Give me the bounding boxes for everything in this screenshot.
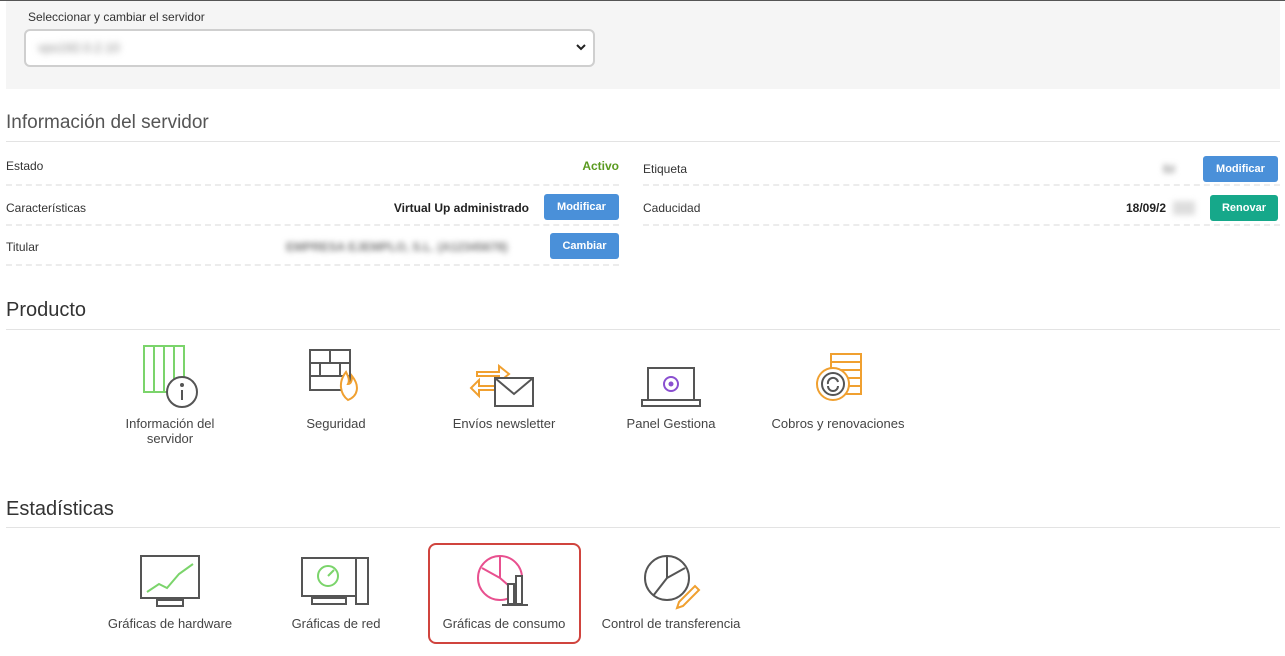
server-info-title: Información del servidor bbox=[6, 112, 209, 133]
server-selector-label: Seleccionar y cambiar el servidor bbox=[28, 10, 205, 24]
modify-plan-button[interactable]: Modificar bbox=[544, 194, 619, 220]
info-key: Estado bbox=[6, 159, 44, 173]
expiry-date: 18/09/2 bbox=[1126, 201, 1167, 215]
tile-transfer-control[interactable]: Control de transferencia bbox=[591, 550, 751, 631]
info-row-etiqueta: Etiqueta lbl bbox=[643, 150, 1280, 186]
server-info-rule bbox=[6, 141, 1280, 142]
tile-label: Panel Gestiona bbox=[626, 416, 716, 431]
info-key: Titular bbox=[6, 240, 39, 254]
tile-hardware-charts[interactable]: Gráficas de hardware bbox=[90, 550, 250, 631]
tile-label: Gráficas de hardware bbox=[107, 616, 233, 631]
info-key: Caducidad bbox=[643, 201, 701, 215]
info-row-titular: Titular EMPRESA EJEMPLO, S.L. (A12345678… bbox=[6, 230, 619, 266]
info-row-estado: Estado Activo bbox=[6, 150, 619, 186]
tile-security[interactable]: Seguridad bbox=[256, 342, 416, 431]
expiry-date-blurred bbox=[1173, 201, 1195, 215]
server-select[interactable]: vps192.0.2.10 bbox=[24, 29, 595, 67]
info-row-caracteristicas: Características Virtual Up administrado bbox=[6, 190, 619, 226]
server-info-icon bbox=[143, 345, 198, 408]
product-title: Producto bbox=[6, 299, 87, 321]
tile-server-info[interactable]: Información del servidor bbox=[90, 342, 250, 446]
highlight-box bbox=[428, 543, 581, 644]
tile-newsletter[interactable]: Envíos newsletter bbox=[424, 342, 584, 431]
chevron-down-icon bbox=[576, 44, 586, 51]
change-owner-button[interactable]: Cambiar bbox=[550, 233, 619, 259]
tile-label: Gráficas de red bbox=[291, 616, 381, 631]
tile-label: Cobros y renovaciones bbox=[771, 416, 905, 431]
billing-icon bbox=[816, 353, 862, 401]
laptop-panel-icon bbox=[641, 367, 701, 407]
stats-rule bbox=[6, 527, 1280, 528]
tile-label: Envíos newsletter bbox=[452, 416, 556, 431]
status-badge: Activo bbox=[582, 159, 619, 173]
hardware-chart-icon bbox=[140, 555, 200, 607]
info-row-caducidad: Caducidad 18/09/2 bbox=[643, 190, 1280, 226]
info-key: Características bbox=[6, 201, 87, 215]
product-rule bbox=[6, 329, 1280, 330]
server-selector-panel: Seleccionar y cambiar el servidor vps192… bbox=[6, 1, 1280, 89]
tile-billing[interactable]: Cobros y renovaciones bbox=[758, 342, 918, 431]
info-value-blurred: lbl bbox=[1163, 162, 1176, 176]
renew-button[interactable]: Renovar bbox=[1210, 195, 1278, 221]
tile-network-charts[interactable]: Gráficas de red bbox=[256, 550, 416, 631]
info-value-blurred: EMPRESA EJEMPLO, S.L. (A12345678) bbox=[286, 240, 508, 254]
modify-label-button[interactable]: Modificar bbox=[1203, 156, 1278, 182]
firewall-icon bbox=[309, 349, 358, 402]
server-select-value: vps192.0.2.10 bbox=[38, 40, 120, 55]
tile-label: Información del servidor bbox=[125, 416, 215, 446]
tile-label: Seguridad bbox=[306, 416, 366, 431]
transfer-control-icon bbox=[644, 555, 701, 610]
stats-title: Estadísticas bbox=[6, 498, 114, 520]
tile-label: Control de transferencia bbox=[601, 616, 741, 631]
info-value: Virtual Up administrado bbox=[393, 201, 529, 215]
newsletter-icon bbox=[469, 363, 534, 407]
network-chart-icon bbox=[301, 557, 369, 605]
info-key: Etiqueta bbox=[643, 162, 688, 176]
tile-panel-gestiona[interactable]: Panel Gestiona bbox=[591, 342, 751, 431]
